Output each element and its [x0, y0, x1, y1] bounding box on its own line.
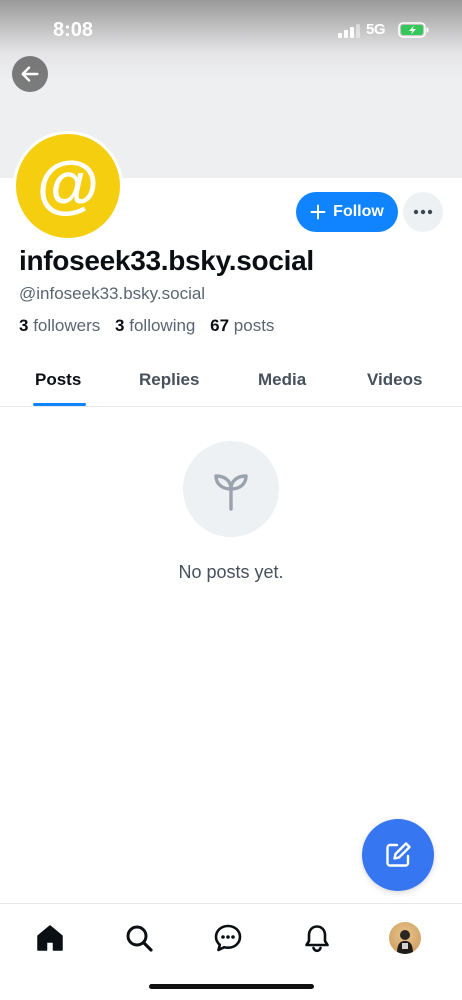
nav-profile[interactable] [385, 918, 425, 958]
active-tab-indicator [33, 403, 86, 406]
profile-avatar-thumbnail [389, 922, 421, 954]
plus-icon [310, 204, 326, 220]
status-bar: 8:08 5G [0, 0, 462, 60]
following-label: following [129, 316, 196, 335]
arrow-left-icon [21, 66, 39, 82]
search-icon [126, 925, 153, 952]
tab-videos[interactable]: Videos [367, 370, 422, 390]
back-button[interactable] [12, 56, 48, 92]
profile-stats: 3 followers 3 following 67 posts [19, 316, 284, 336]
followers-label: followers [33, 316, 101, 335]
followers-count: 3 [19, 316, 29, 335]
tab-posts[interactable]: Posts [35, 370, 81, 390]
network-label: 5G [366, 21, 386, 38]
battery-charging-icon [398, 22, 429, 38]
empty-state-icon-circle [183, 441, 279, 537]
following-count: 3 [115, 316, 125, 335]
avatar-at-glyph: @ [36, 148, 100, 220]
home-icon [37, 925, 63, 951]
posts-stat: 67 posts [210, 316, 274, 335]
nav-home[interactable] [30, 918, 70, 958]
user-photo-icon [397, 930, 413, 954]
posts-label: posts [233, 316, 275, 335]
compose-button[interactable] [362, 819, 434, 891]
empty-state-text: No posts yet. [178, 562, 284, 582]
tab-replies[interactable]: Replies [139, 370, 199, 390]
profile-tabs: Posts Replies Media Videos [0, 354, 462, 407]
display-name: infoseek33.bsky.social [19, 245, 314, 276]
tab-media[interactable]: Media [258, 370, 306, 390]
bell-icon [305, 925, 329, 953]
nav-chat[interactable] [208, 918, 248, 958]
handle: @infoseek33.bsky.social [19, 284, 206, 303]
home-indicator [149, 984, 314, 989]
posts-count: 67 [210, 316, 230, 335]
more-options-button[interactable] [403, 192, 443, 232]
nav-notifications[interactable] [297, 918, 337, 958]
following-link[interactable]: 3 following [115, 316, 195, 335]
profile-avatar[interactable]: @ [13, 131, 123, 241]
seedling-icon [214, 474, 248, 511]
ellipsis-icon [413, 209, 433, 215]
compose-icon [386, 842, 411, 867]
follow-label: Follow [333, 203, 384, 220]
status-time: 8:08 [53, 19, 94, 41]
nav-search[interactable] [119, 918, 159, 958]
follow-button[interactable]: Follow [296, 192, 398, 232]
chat-icon [214, 924, 242, 952]
signal-icon [338, 24, 360, 38]
followers-link[interactable]: 3 followers [19, 316, 100, 335]
